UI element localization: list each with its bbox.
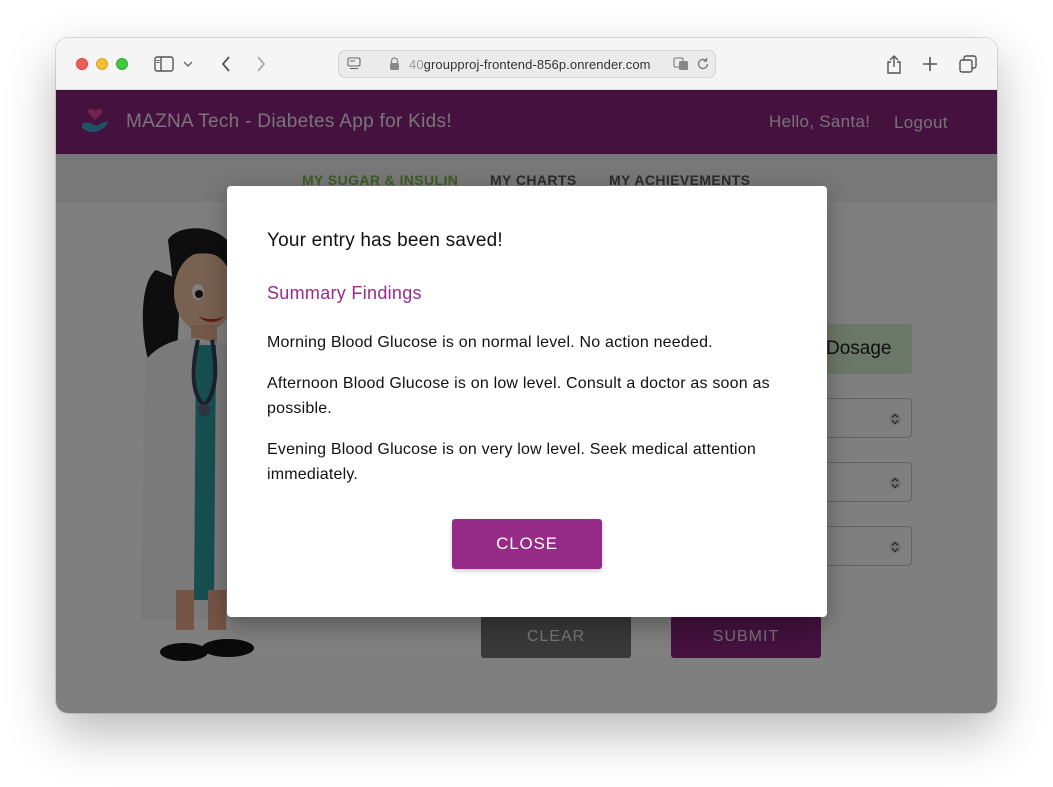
forward-icon[interactable] (249, 52, 273, 76)
translate-icon[interactable] (673, 57, 689, 76)
sidebar-toggle-icon[interactable] (152, 52, 176, 76)
browser-window: 40groupproj-frontend-856p.onrender.com Y… (56, 38, 997, 713)
back-icon[interactable] (214, 52, 238, 76)
minimize-window-button[interactable] (96, 58, 108, 70)
web-page: MAZNA Tech - Diabetes App for Kids! Hell… (56, 90, 997, 713)
reload-icon[interactable] (696, 57, 710, 76)
url-text: 40groupproj-frontend-856p.onrender.com (409, 57, 651, 72)
tab-overview-icon[interactable] (956, 52, 980, 76)
share-icon[interactable] (882, 52, 906, 76)
close-button[interactable]: CLOSE (452, 519, 602, 569)
close-window-button[interactable] (76, 58, 88, 70)
new-tab-icon[interactable] (918, 52, 942, 76)
url-host: groupproj-frontend-856p.onrender.com (423, 57, 651, 72)
lock-icon (389, 57, 400, 76)
zoom-window-button[interactable] (116, 58, 128, 70)
finding-afternoon: Afternoon Blood Glucose is on low level.… (267, 375, 770, 417)
finding-evening: Evening Blood Glucose is on very low lev… (267, 441, 757, 483)
chevron-down-icon[interactable] (180, 52, 196, 76)
summary-dialog: Your entry has been saved! Summary Findi… (227, 186, 827, 617)
finding-morning: Morning Blood Glucose is on normal level… (267, 334, 713, 351)
browser-toolbar: 40groupproj-frontend-856p.onrender.com (56, 38, 997, 90)
address-bar[interactable]: 40groupproj-frontend-856p.onrender.com (338, 50, 716, 78)
summary-heading: Summary Findings (267, 283, 422, 303)
saved-message: Your entry has been saved! (267, 230, 503, 251)
url-prefix: 40 (409, 57, 424, 72)
page-menu-icon[interactable] (347, 57, 361, 76)
